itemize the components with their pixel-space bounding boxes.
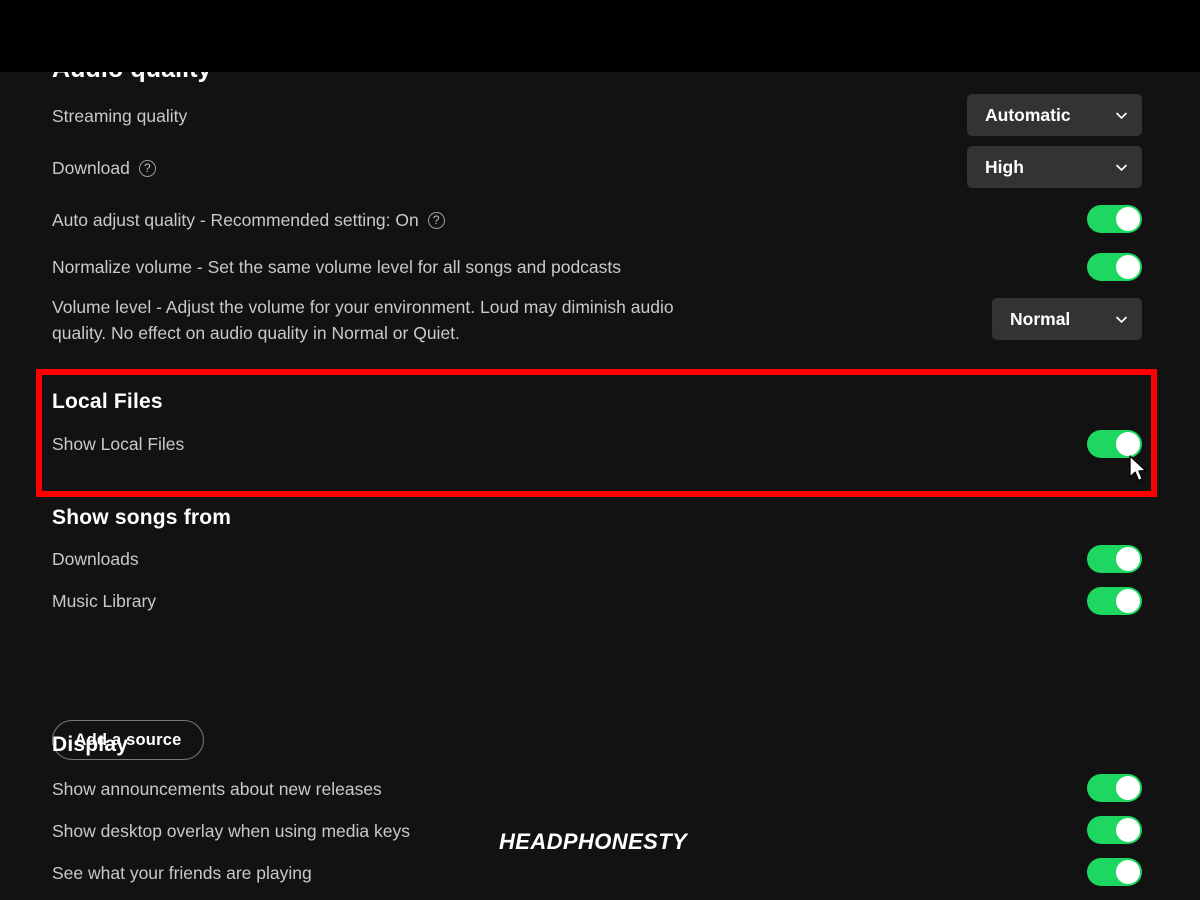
toggle-knob — [1116, 547, 1140, 571]
show-local-files-toggle[interactable] — [1087, 430, 1142, 458]
row-label-download: Download ? — [52, 155, 156, 181]
music-library-source-toggle[interactable] — [1087, 587, 1142, 615]
row-label-show-local-files: Show Local Files — [52, 431, 184, 457]
streaming-quality-dropdown[interactable]: Automatic — [967, 94, 1142, 136]
toggle-knob — [1116, 255, 1140, 279]
row-label-text: Show announcements about new releases — [52, 779, 382, 799]
row-label-text: Auto adjust quality - Recommended settin… — [52, 210, 419, 230]
row-label-volume-level: Volume level - Adjust the volume for you… — [52, 294, 732, 346]
row-label-text: Streaming quality — [52, 106, 188, 126]
row-label-auto-adjust-quality: Auto adjust quality - Recommended settin… — [52, 207, 445, 233]
chevron-down-icon — [1115, 161, 1128, 174]
toggle-knob — [1116, 818, 1140, 842]
toggle-knob — [1116, 776, 1140, 800]
help-icon[interactable]: ? — [138, 159, 156, 177]
section-title-audio-quality: Audio quality — [52, 72, 212, 84]
row-label-text: Volume level - Adjust the volume for you… — [52, 297, 674, 343]
screenshot-root: Audio quality Streaming quality Automati… — [0, 0, 1200, 900]
download-quality-dropdown[interactable]: High — [967, 146, 1142, 188]
row-label-streaming-quality: Streaming quality — [52, 103, 187, 129]
auto-adjust-quality-toggle[interactable] — [1087, 205, 1142, 233]
show-desktop-overlay-toggle[interactable] — [1087, 816, 1142, 844]
watermark: HEADPHONESTY — [499, 829, 688, 854]
help-icon[interactable]: ? — [427, 211, 445, 229]
row-label-text: Show Local Files — [52, 434, 185, 454]
section-title-display: Display — [52, 733, 129, 756]
download-quality-value: High — [985, 156, 1024, 177]
chevron-down-icon — [1115, 313, 1128, 326]
friends-activity-toggle[interactable] — [1087, 858, 1142, 886]
settings-panel: Audio quality Streaming quality Automati… — [0, 72, 1200, 900]
row-label-show-desktop-overlay: Show desktop overlay when using media ke… — [52, 818, 410, 844]
normalize-volume-toggle[interactable] — [1087, 253, 1142, 281]
section-title-show-songs-from: Show songs from — [52, 506, 232, 529]
section-title-local-files: Local Files — [52, 390, 163, 413]
volume-level-value: Normal — [1010, 308, 1071, 329]
row-label-normalize-volume: Normalize volume - Set the same volume l… — [52, 254, 621, 280]
row-label-show-announcements: Show announcements about new releases — [52, 776, 382, 802]
row-label-text: Show desktop overlay when using media ke… — [52, 821, 410, 841]
chevron-down-icon — [1115, 109, 1128, 122]
show-announcements-toggle[interactable] — [1087, 774, 1142, 802]
row-label-downloads: Downloads — [52, 546, 139, 572]
streaming-quality-value: Automatic — [985, 104, 1071, 125]
toggle-knob — [1116, 207, 1140, 231]
row-label-text: Normalize volume - Set the same volume l… — [52, 257, 622, 277]
row-label-friends-activity: See what your friends are playing — [52, 860, 312, 886]
row-label-music-library: Music Library — [52, 588, 156, 614]
downloads-source-toggle[interactable] — [1087, 545, 1142, 573]
row-label-text: Download — [52, 158, 130, 178]
volume-level-dropdown[interactable]: Normal — [992, 298, 1142, 340]
row-label-text: Music Library — [52, 591, 157, 611]
toggle-knob — [1116, 589, 1140, 613]
toggle-knob — [1116, 432, 1140, 456]
toggle-knob — [1116, 860, 1140, 884]
row-label-text: See what your friends are playing — [52, 863, 312, 883]
mouse-pointer-icon — [1128, 455, 1150, 485]
row-label-text: Downloads — [52, 549, 139, 569]
